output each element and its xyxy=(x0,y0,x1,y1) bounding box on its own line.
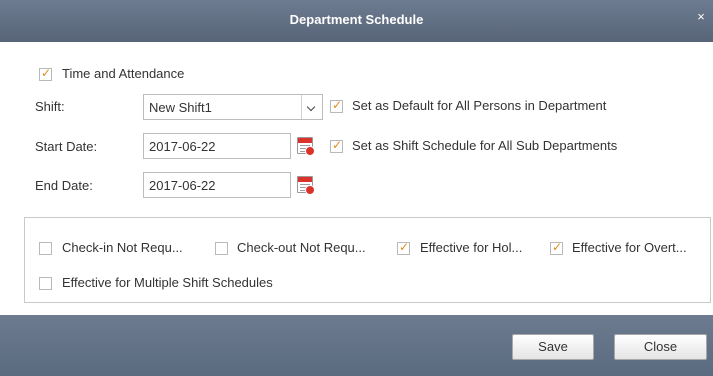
end-date-value: 2017-06-22 xyxy=(149,178,216,193)
time-attendance-checkbox[interactable] xyxy=(39,66,52,81)
default-all-persons-checkbox[interactable] xyxy=(330,98,343,113)
dialog-title: Department Schedule xyxy=(289,12,424,27)
sub-departments-label: Set as Shift Schedule for All Sub Depart… xyxy=(352,138,618,153)
calendar-icon[interactable] xyxy=(297,137,315,156)
start-date-label: Start Date: xyxy=(35,139,98,154)
effective-holiday-label: Effective for Hol... xyxy=(420,240,523,255)
end-date-label: End Date: xyxy=(35,178,93,193)
save-button[interactable]: Save xyxy=(512,334,594,360)
chevron-down-icon[interactable] xyxy=(301,95,322,119)
close-icon[interactable]: × xyxy=(694,10,708,24)
checkout-not-required-label: Check-out Not Requ... xyxy=(237,240,366,255)
options-group xyxy=(24,217,711,303)
effective-multiple-label: Effective for Multiple Shift Schedules xyxy=(62,275,273,290)
checkin-not-required-label: Check-in Not Requ... xyxy=(62,240,183,255)
shift-select[interactable]: New Shift1 xyxy=(143,94,323,120)
effective-overtime-checkbox[interactable] xyxy=(550,240,563,255)
end-date-field[interactable]: 2017-06-22 xyxy=(143,172,291,198)
time-attendance-label: Time and Attendance xyxy=(62,66,185,81)
effective-holiday-checkbox[interactable] xyxy=(397,240,410,255)
effective-overtime-label: Effective for Overt... xyxy=(572,240,687,255)
checkin-not-required-checkbox[interactable] xyxy=(39,242,52,255)
title-bar: Department Schedule × xyxy=(0,0,713,42)
shift-select-value: New Shift1 xyxy=(149,100,212,115)
calendar-icon[interactable] xyxy=(297,176,315,195)
department-schedule-dialog: Department Schedule × Time and Attendanc… xyxy=(0,0,713,376)
sub-departments-checkbox[interactable] xyxy=(330,138,343,153)
start-date-field[interactable]: 2017-06-22 xyxy=(143,133,291,159)
start-date-value: 2017-06-22 xyxy=(149,139,216,154)
effective-multiple-checkbox[interactable] xyxy=(39,277,52,290)
shift-label: Shift: xyxy=(35,99,65,114)
dialog-footer xyxy=(0,315,713,376)
checkout-not-required-checkbox[interactable] xyxy=(215,242,228,255)
default-all-persons-label: Set as Default for All Persons in Depart… xyxy=(352,98,607,113)
close-button[interactable]: Close xyxy=(614,334,707,360)
